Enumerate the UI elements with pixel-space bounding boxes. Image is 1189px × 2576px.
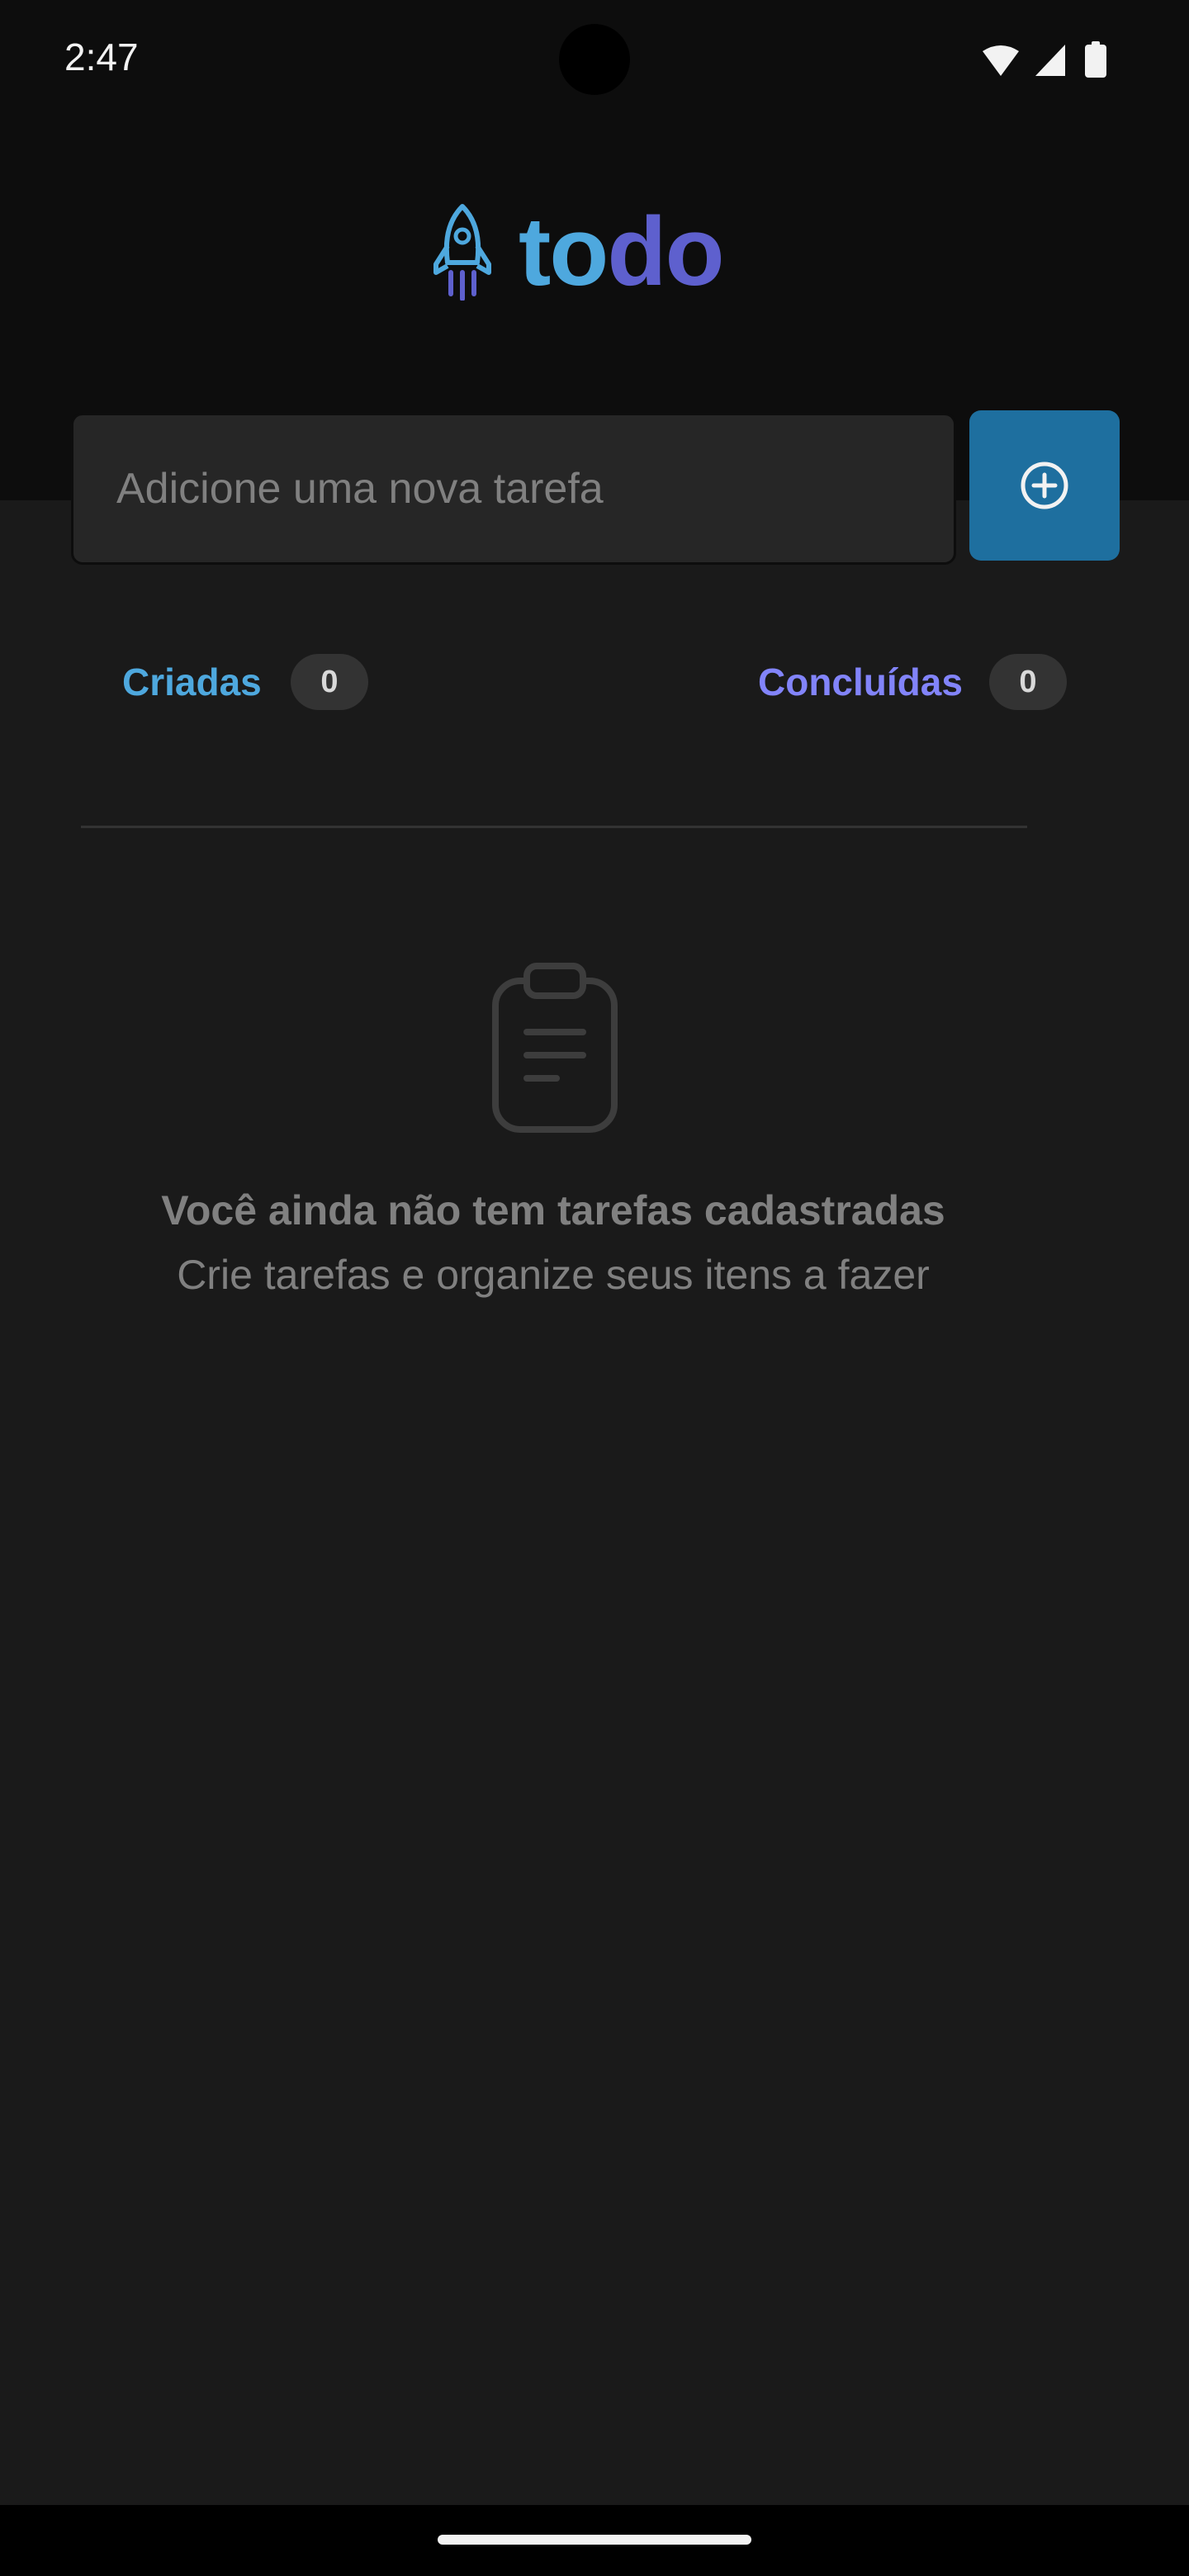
app-logo: todo xyxy=(429,198,760,305)
plus-circle-icon xyxy=(1021,462,1068,509)
status-icons xyxy=(983,41,1106,78)
battery-icon xyxy=(1085,41,1106,78)
clipboard-icon xyxy=(492,963,618,1133)
wifi-icon xyxy=(983,45,1019,76)
status-time: 2:47 xyxy=(64,36,139,78)
new-task-input[interactable] xyxy=(71,413,956,565)
home-indicator[interactable] xyxy=(438,2535,751,2545)
done-label: Concluídas xyxy=(758,661,963,703)
rocket-icon xyxy=(433,204,491,301)
cellular-signal-icon xyxy=(1035,45,1065,76)
status-bar: 2:47 xyxy=(0,0,1189,124)
camera-cutout xyxy=(559,24,630,95)
done-count-badge: 0 xyxy=(989,654,1067,710)
add-task-button[interactable] xyxy=(969,410,1120,561)
logo-text-to: to xyxy=(519,197,609,306)
created-count-badge: 0 xyxy=(291,654,368,710)
empty-state-title: Você ainda não tem tarefas cadastradas xyxy=(161,1187,945,1234)
list-divider xyxy=(81,826,1027,828)
created-label: Criadas xyxy=(122,661,262,703)
empty-state-subtitle: Crie tarefas e organize seus itens a faz… xyxy=(177,1252,930,1298)
navigation-bar xyxy=(0,2505,1189,2576)
logo-text-do: do xyxy=(607,197,724,306)
logo-wordmark: todo xyxy=(519,197,725,306)
